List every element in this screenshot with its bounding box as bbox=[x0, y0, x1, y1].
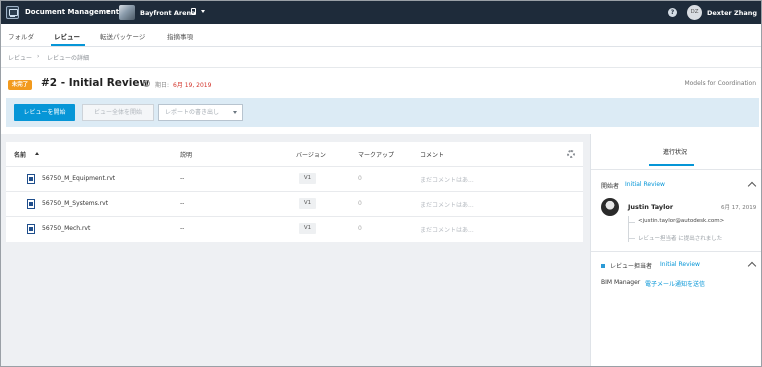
app-title[interactable]: Document Management bbox=[25, 8, 119, 16]
table-row[interactable]: 56750_M_Equipment.rvt -- V1 0 まだコメントはあ..… bbox=[6, 166, 583, 191]
chevron-up-icon[interactable] bbox=[747, 181, 757, 191]
initiator-label: 開始者 bbox=[601, 183, 620, 190]
table-row[interactable]: 56750_M_Systems.rvt -- V1 0 まだコメントはあ... bbox=[6, 191, 583, 216]
markup-count: 0 bbox=[358, 175, 362, 182]
person-date: 6月 17, 2019 bbox=[721, 205, 757, 211]
due-label: 期日: bbox=[155, 82, 170, 89]
column-header-markups[interactable]: マークアップ bbox=[358, 150, 394, 159]
reviewer-step: Initial Review bbox=[660, 261, 700, 268]
user-name[interactable]: Dexter Zhang bbox=[707, 9, 757, 17]
tab-transmittals[interactable]: 転送パッケージ bbox=[100, 31, 145, 41]
top-bar: Document Management Bayfront Arena ? DZ … bbox=[1, 1, 761, 24]
file-name[interactable]: 56750_Mech.rvt bbox=[42, 225, 90, 232]
project-building-icon bbox=[191, 8, 196, 15]
timeline-branch bbox=[628, 222, 635, 223]
divider bbox=[591, 169, 761, 170]
project-name[interactable]: Bayfront Arena bbox=[140, 9, 196, 17]
breadcrumb-reviews[interactable]: レビュー bbox=[8, 53, 32, 62]
breadcrumb: レビュー › レビューの詳細 bbox=[1, 47, 761, 68]
project-thumbnail bbox=[119, 5, 135, 20]
start-review-button[interactable]: レビューを開始 bbox=[14, 104, 75, 121]
column-header-name[interactable]: 名前 bbox=[14, 150, 26, 159]
revit-file-icon bbox=[27, 199, 35, 209]
person-name: Justin Taylor bbox=[628, 203, 674, 211]
revit-file-icon bbox=[27, 224, 35, 234]
app-window: Document Management Bayfront Arena ? DZ … bbox=[0, 0, 762, 367]
comment-preview: まだコメントはあ... bbox=[420, 227, 474, 234]
markup-count: 0 bbox=[358, 225, 362, 232]
status-badge: 未完了 bbox=[8, 80, 32, 90]
column-header-version[interactable]: バージョン bbox=[296, 150, 326, 159]
page-title: #2 - Initial Review bbox=[41, 77, 150, 89]
version-badge[interactable]: V1 bbox=[299, 173, 316, 184]
reviewer-role: BIM Manager bbox=[601, 279, 641, 286]
clock-icon bbox=[143, 80, 150, 87]
file-description: -- bbox=[180, 200, 185, 207]
file-name[interactable]: 56750_M_Equipment.rvt bbox=[42, 175, 115, 182]
step-marker-icon bbox=[601, 264, 605, 268]
timeline-branch bbox=[628, 238, 635, 239]
active-panel-tab-indicator bbox=[649, 164, 694, 166]
breadcrumb-review-details: レビューの詳細 bbox=[47, 55, 90, 62]
files-table: 名前 説明 バージョン マークアップ コメント 56750_M_Equipmen… bbox=[6, 142, 583, 242]
breadcrumb-separator: › bbox=[37, 53, 40, 60]
gear-icon[interactable] bbox=[567, 150, 575, 158]
send-email-link[interactable]: 電子メール通知を送信 bbox=[645, 279, 705, 288]
active-tab-indicator bbox=[51, 44, 85, 46]
person-avatar bbox=[601, 198, 619, 216]
reviewer-label: レビュー担当者 bbox=[610, 263, 653, 270]
file-name[interactable]: 56750_M_Systems.rvt bbox=[42, 200, 108, 207]
app-dropdown-icon[interactable] bbox=[106, 10, 110, 13]
project-dropdown-icon[interactable] bbox=[201, 10, 205, 13]
workflow-name: Models for Coordination bbox=[684, 80, 756, 87]
action-bar: レビューを開始 ビュー全体を開始 レポートの書き出し bbox=[6, 98, 759, 127]
avatar[interactable]: DZ bbox=[687, 5, 702, 20]
revit-file-icon bbox=[27, 174, 35, 184]
version-badge[interactable]: V1 bbox=[299, 223, 316, 234]
progress-panel: 進行状況 開始者 Initial Review Justin Taylor 6月… bbox=[590, 134, 761, 366]
export-report-placeholder: レポートの書き出し bbox=[165, 109, 220, 116]
app-switcher-icon[interactable] bbox=[6, 6, 19, 19]
version-badge[interactable]: V1 bbox=[299, 198, 316, 209]
person-email: <justin.taylor@autodesk.com> bbox=[638, 218, 725, 224]
tab-progress[interactable]: 進行状況 bbox=[663, 147, 687, 156]
initiator-step: Initial Review bbox=[625, 181, 665, 188]
help-icon[interactable]: ? bbox=[668, 8, 677, 17]
file-description: -- bbox=[180, 225, 185, 232]
markup-count: 0 bbox=[358, 200, 362, 207]
tab-folders[interactable]: フォルダ bbox=[8, 31, 34, 41]
export-report-select[interactable]: レポートの書き出し bbox=[158, 104, 243, 121]
comment-preview: まだコメントはあ... bbox=[420, 202, 474, 209]
tab-issues[interactable]: 指摘事項 bbox=[167, 31, 193, 41]
view-all-button: ビュー全体を開始 bbox=[82, 104, 154, 121]
file-description: -- bbox=[180, 175, 185, 182]
main-tabs: フォルダ レビュー 転送パッケージ 指摘事項 bbox=[1, 24, 761, 47]
column-header-description[interactable]: 説明 bbox=[180, 150, 192, 159]
due-date: 6月 19, 2019 bbox=[173, 82, 212, 89]
column-header-comments[interactable]: コメント bbox=[420, 150, 444, 159]
person-status: レビュー担当者 に提出されました bbox=[638, 236, 723, 242]
comment-preview: まだコメントはあ... bbox=[420, 177, 474, 184]
sort-ascending-icon[interactable] bbox=[35, 152, 39, 155]
chevron-up-icon[interactable] bbox=[747, 261, 757, 271]
table-row[interactable]: 56750_Mech.rvt -- V1 0 まだコメントはあ... bbox=[6, 216, 583, 241]
chevron-down-icon bbox=[233, 111, 237, 114]
tab-reviews[interactable]: レビュー bbox=[54, 31, 80, 41]
divider bbox=[591, 251, 761, 252]
